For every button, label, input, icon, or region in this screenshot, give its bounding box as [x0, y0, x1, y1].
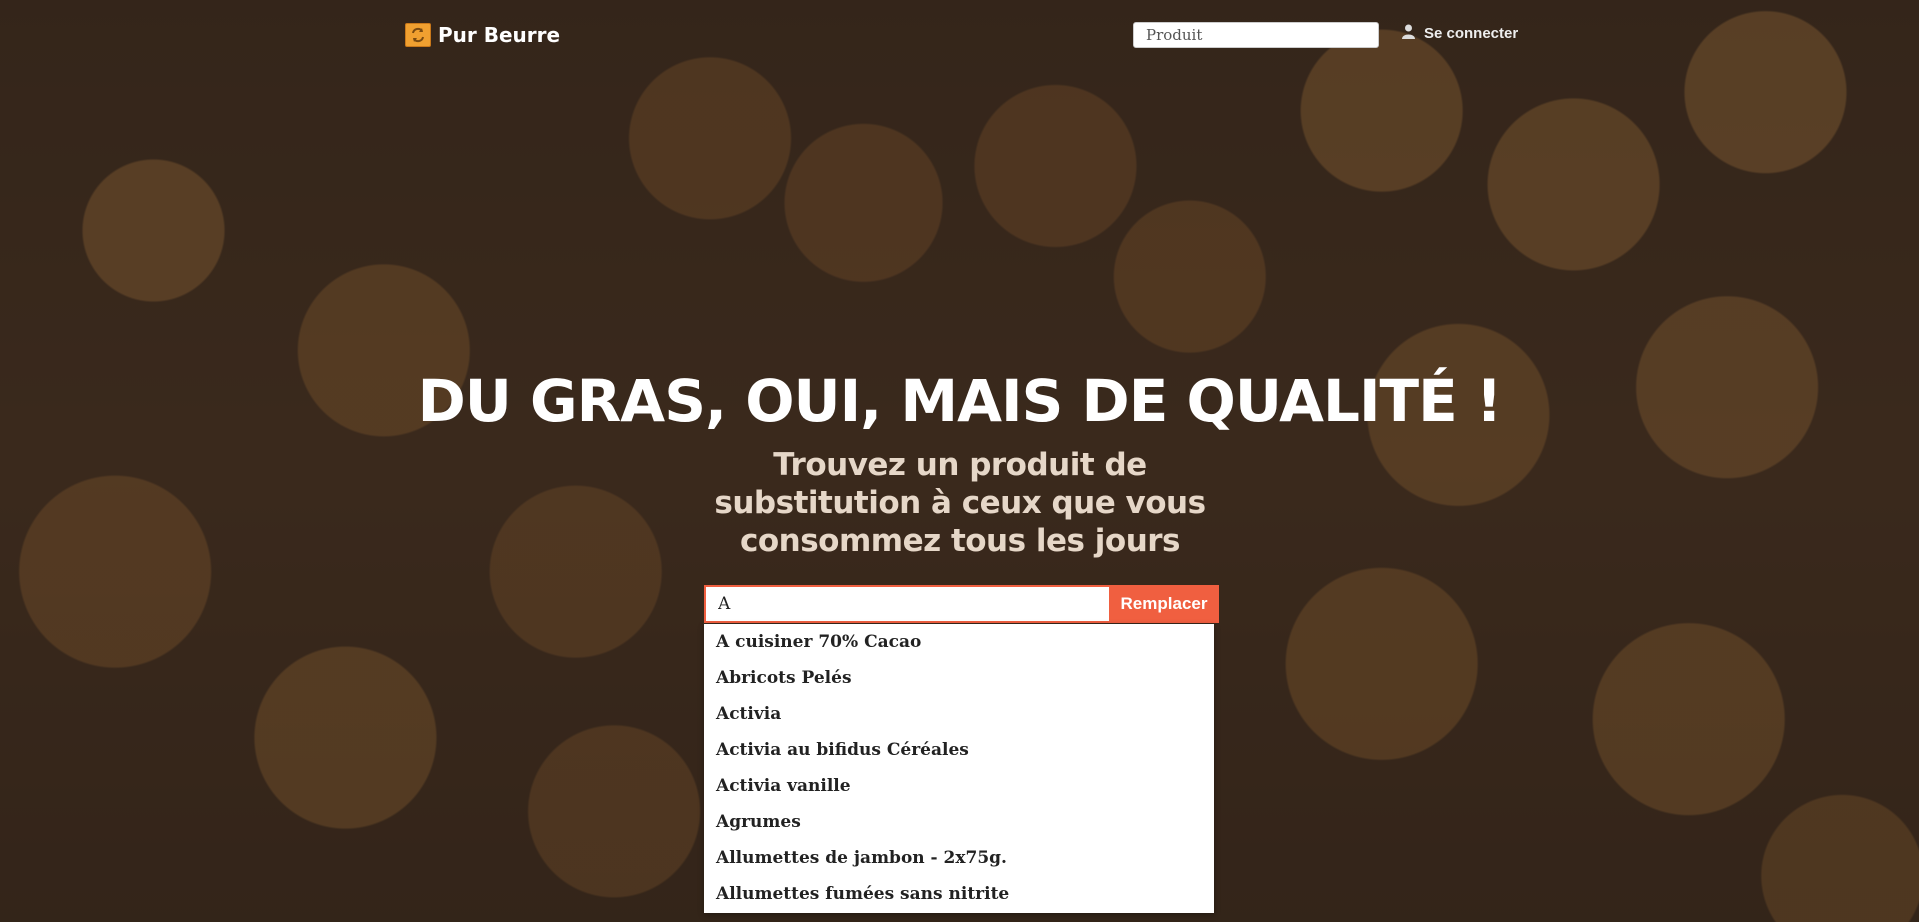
brand-link[interactable]: Pur Beurre — [405, 22, 560, 48]
brand-name: Pur Beurre — [438, 23, 561, 47]
login-link[interactable]: Se connecter — [1402, 22, 1518, 44]
product-search-input[interactable] — [704, 585, 1109, 623]
suggestion-item[interactable]: Abricots Pelés — [704, 660, 1214, 696]
search-form: Remplacer — [704, 585, 1219, 623]
refresh-arrows-icon — [405, 23, 431, 47]
login-label: Se connecter — [1424, 24, 1519, 42]
autocomplete-list: A cuisiner 70% Cacao Abricots Pelés Acti… — [704, 624, 1214, 913]
suggestion-item[interactable]: Agrumes — [704, 804, 1214, 840]
navbar-search-input[interactable] — [1133, 22, 1379, 48]
suggestion-item[interactable]: Allumettes fumées sans nitrite — [704, 876, 1214, 912]
suggestion-item[interactable]: Activia au bifidus Céréales — [704, 732, 1214, 768]
replace-button[interactable]: Remplacer — [1109, 585, 1219, 623]
suggestion-item[interactable]: Allumettes de jambon - 2x75g. — [704, 840, 1214, 876]
hero-subtitle: Trouvez un produit de substitution à ceu… — [714, 447, 1206, 559]
suggestion-item[interactable]: A cuisiner 70% Cacao — [704, 624, 1214, 660]
hero-title: DU GRAS, OUI, MAIS DE QUALITÉ ! — [417, 367, 1503, 435]
suggestion-item[interactable]: Activia — [704, 696, 1214, 732]
suggestion-item[interactable]: Activia vanille — [704, 768, 1214, 804]
user-icon — [1402, 24, 1415, 43]
